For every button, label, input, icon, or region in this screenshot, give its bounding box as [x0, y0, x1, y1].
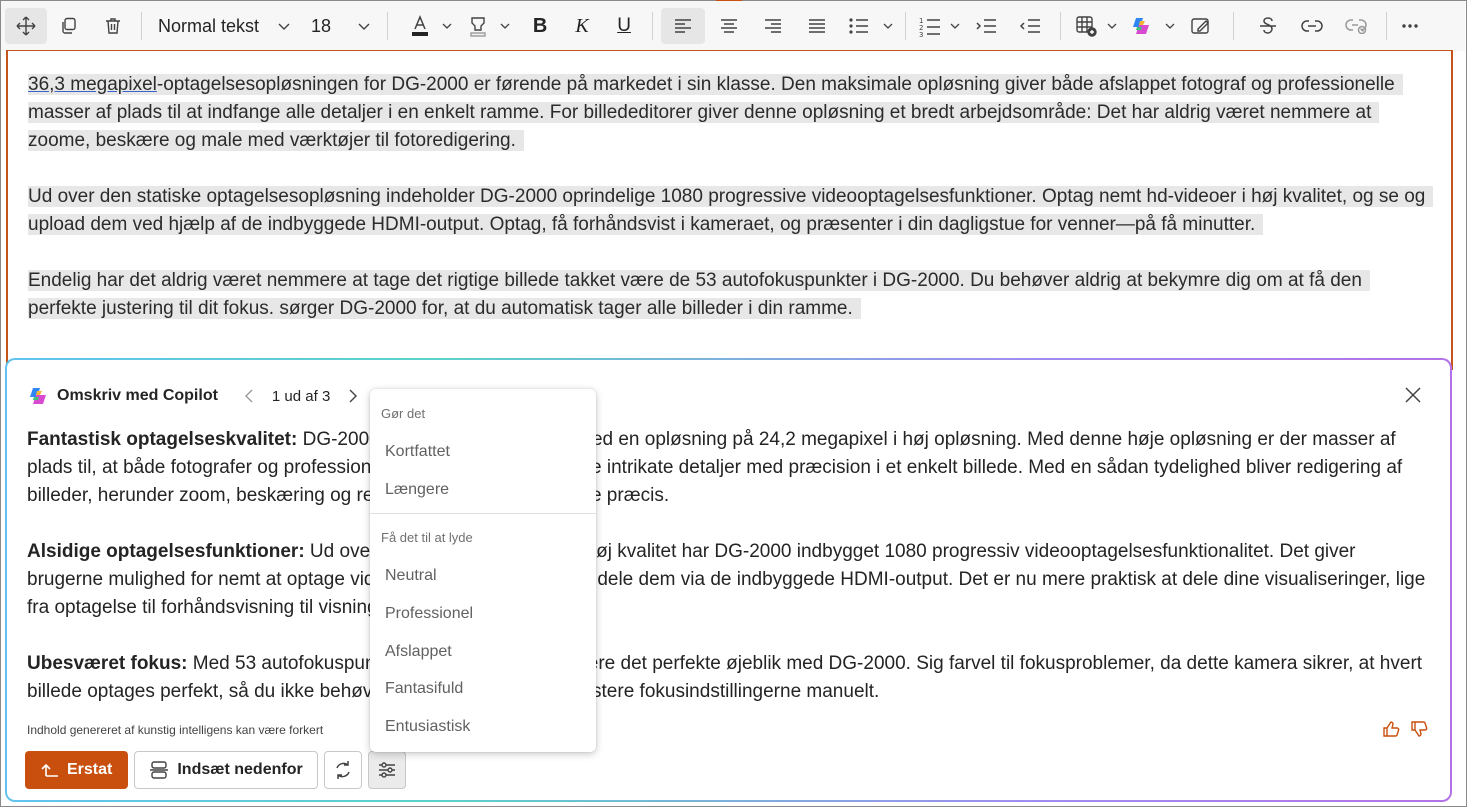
suggestion-paragraph: Ubesværet fokus: Med 53 autofokuspunkter… — [27, 650, 1427, 706]
bullet-list-icon[interactable] — [839, 8, 879, 44]
underline-icon[interactable]: U — [604, 8, 644, 44]
bold-icon[interactable]: B — [520, 8, 560, 44]
paragraph-text: -optagelsesopløsningen for DG-2000 er fø… — [28, 74, 1395, 151]
menu-item-neutral[interactable]: Neutral — [385, 567, 437, 585]
menu-item-concise[interactable]: Kortfattet — [385, 443, 450, 461]
more-options-icon[interactable] — [1395, 8, 1425, 44]
suggestion-heading: Alsidige optagelsesfunktioner: — [27, 541, 305, 562]
megapixel-link[interactable]: 36,3 megapixel — [28, 74, 157, 95]
document-area[interactable]: 36,3 megapixel-optagelsesopløsningen for… — [6, 50, 1453, 370]
menu-group-make-it-sound: Få det til at lyde — [381, 530, 473, 545]
edit-sparkle-icon[interactable] — [1181, 8, 1221, 44]
font-size-label: 18 — [311, 15, 332, 36]
close-icon[interactable] — [1402, 384, 1424, 406]
pager-count: 1 ud af 3 — [271, 387, 331, 405]
formatting-toolbar: Normal tekst 18 B K U 123 — [1, 1, 1465, 51]
paragraph-text: Ud over den statiske optagelsesopløsning… — [28, 186, 1434, 235]
suggestion-paragraph: Alsidige optagelsesfunktioner: Ud over d… — [27, 538, 1427, 622]
replace-button-label: Erstat — [67, 761, 113, 778]
toolbar-divider — [141, 12, 142, 40]
chevron-down-icon[interactable] — [1103, 8, 1121, 44]
align-center-icon[interactable] — [707, 8, 751, 44]
chevron-down-icon[interactable] — [879, 8, 897, 44]
toolbar-divider — [905, 12, 907, 40]
replace-button[interactable]: Erstat — [25, 751, 129, 789]
toolbar-divider — [1386, 12, 1388, 40]
chevron-down-icon[interactable] — [946, 8, 964, 44]
previous-arrow-icon[interactable] — [240, 387, 258, 405]
highlight-icon[interactable] — [460, 8, 496, 44]
panel-actions: Erstat Indsæt nedenfor — [25, 751, 406, 789]
menu-item-longer[interactable]: Længere — [385, 481, 449, 499]
move-icon[interactable] — [5, 8, 47, 44]
decrease-indent-icon[interactable] — [1008, 8, 1052, 44]
document-text: 36,3 megapixel-optagelsesopløsningen for… — [28, 71, 1434, 351]
toolbar-divider — [1060, 12, 1062, 40]
chevron-down-icon — [358, 23, 370, 30]
tone-length-menu: Gør det Kortfattet Længere Få det til at… — [370, 389, 596, 752]
feedback-buttons — [1382, 720, 1428, 738]
align-left-icon[interactable] — [661, 8, 706, 44]
copilot-logo-icon — [30, 388, 46, 404]
next-arrow-icon[interactable] — [344, 387, 362, 405]
toolbar-divider — [387, 12, 389, 40]
menu-item-imaginative[interactable]: Fantasifuld — [385, 680, 463, 698]
svg-text:3: 3 — [919, 31, 923, 37]
rewrite-suggestion: Fantastisk optagelseskvalitet: DG-2000 e… — [27, 426, 1427, 734]
ai-disclaimer: Indhold genereret af kunstig intelligens… — [27, 723, 324, 737]
toolbar-divider — [652, 12, 654, 40]
insert-below-button[interactable]: Indsæt nedenfor — [134, 751, 318, 789]
menu-item-casual[interactable]: Afslappet — [385, 643, 452, 661]
style-select[interactable]: Normal tekst — [150, 8, 291, 44]
insert-below-icon — [150, 761, 169, 779]
document-paragraph: Endelig har det aldrig været nemmere at … — [28, 267, 1428, 323]
copilot-rewrite-panel: Omskriv med Copilot 1 ud af 3 Fantastisk… — [5, 358, 1452, 802]
chevron-down-icon[interactable] — [1161, 8, 1179, 44]
copy-icon[interactable] — [49, 8, 89, 44]
insert-below-button-label: Indsæt nedenfor — [177, 761, 303, 778]
toolbar-divider — [1233, 12, 1235, 40]
strikethrough-icon[interactable] — [1246, 8, 1290, 44]
paragraph-text: Endelig har det aldrig været nemmere at … — [28, 270, 1370, 319]
font-color-icon[interactable] — [402, 8, 438, 44]
chevron-down-icon — [278, 23, 290, 30]
thumbs-down-icon[interactable] — [1410, 720, 1428, 738]
adjust-options-button[interactable] — [367, 751, 406, 789]
style-select-label: Normal tekst — [158, 15, 260, 36]
suggestion-heading: Fantastisk optagelseskvalitet: — [27, 429, 298, 450]
regenerate-button[interactable] — [323, 751, 362, 789]
chevron-down-icon[interactable] — [438, 8, 456, 44]
suggestion-paragraph: Fantastisk optagelseskvalitet: DG-2000 e… — [27, 426, 1427, 510]
panel-title: Omskriv med Copilot — [57, 387, 218, 404]
increase-indent-icon[interactable] — [964, 8, 1008, 44]
font-size-select[interactable]: 18 — [291, 8, 371, 44]
suggestion-pager: 1 ud af 3 — [240, 387, 362, 405]
justify-icon[interactable] — [795, 8, 839, 44]
suggestion-text: Med 53 autofokuspunkter er det nemt at r… — [27, 653, 1423, 702]
sliders-icon — [378, 762, 395, 778]
delete-icon[interactable] — [93, 8, 133, 44]
menu-item-professional[interactable]: Professionel — [385, 605, 473, 623]
suggestion-heading: Ubesværet fokus: — [27, 653, 188, 674]
menu-item-enthusiastic[interactable]: Entusiastisk — [385, 718, 470, 736]
replace-arrow-icon — [41, 763, 58, 777]
copilot-icon[interactable] — [1121, 8, 1161, 44]
italic-icon[interactable]: K — [560, 8, 604, 44]
link-icon[interactable] — [1290, 8, 1334, 44]
menu-group-make-it: Gør det — [381, 406, 426, 421]
numbered-list-icon[interactable]: 123 — [914, 8, 946, 44]
chevron-down-icon[interactable] — [496, 8, 514, 44]
panel-header: Omskriv med Copilot 1 ud af 3 — [27, 384, 362, 408]
document-paragraph: 36,3 megapixel-optagelsesopløsningen for… — [28, 71, 1428, 155]
document-paragraph: Ud over den statiske optagelsesopløsning… — [28, 183, 1434, 239]
menu-divider — [370, 513, 596, 514]
thumbs-up-icon[interactable] — [1382, 720, 1400, 738]
insert-table-icon[interactable] — [1069, 8, 1103, 44]
unlink-icon[interactable] — [1334, 8, 1378, 44]
align-right-icon[interactable] — [751, 8, 795, 44]
refresh-icon — [335, 761, 350, 779]
